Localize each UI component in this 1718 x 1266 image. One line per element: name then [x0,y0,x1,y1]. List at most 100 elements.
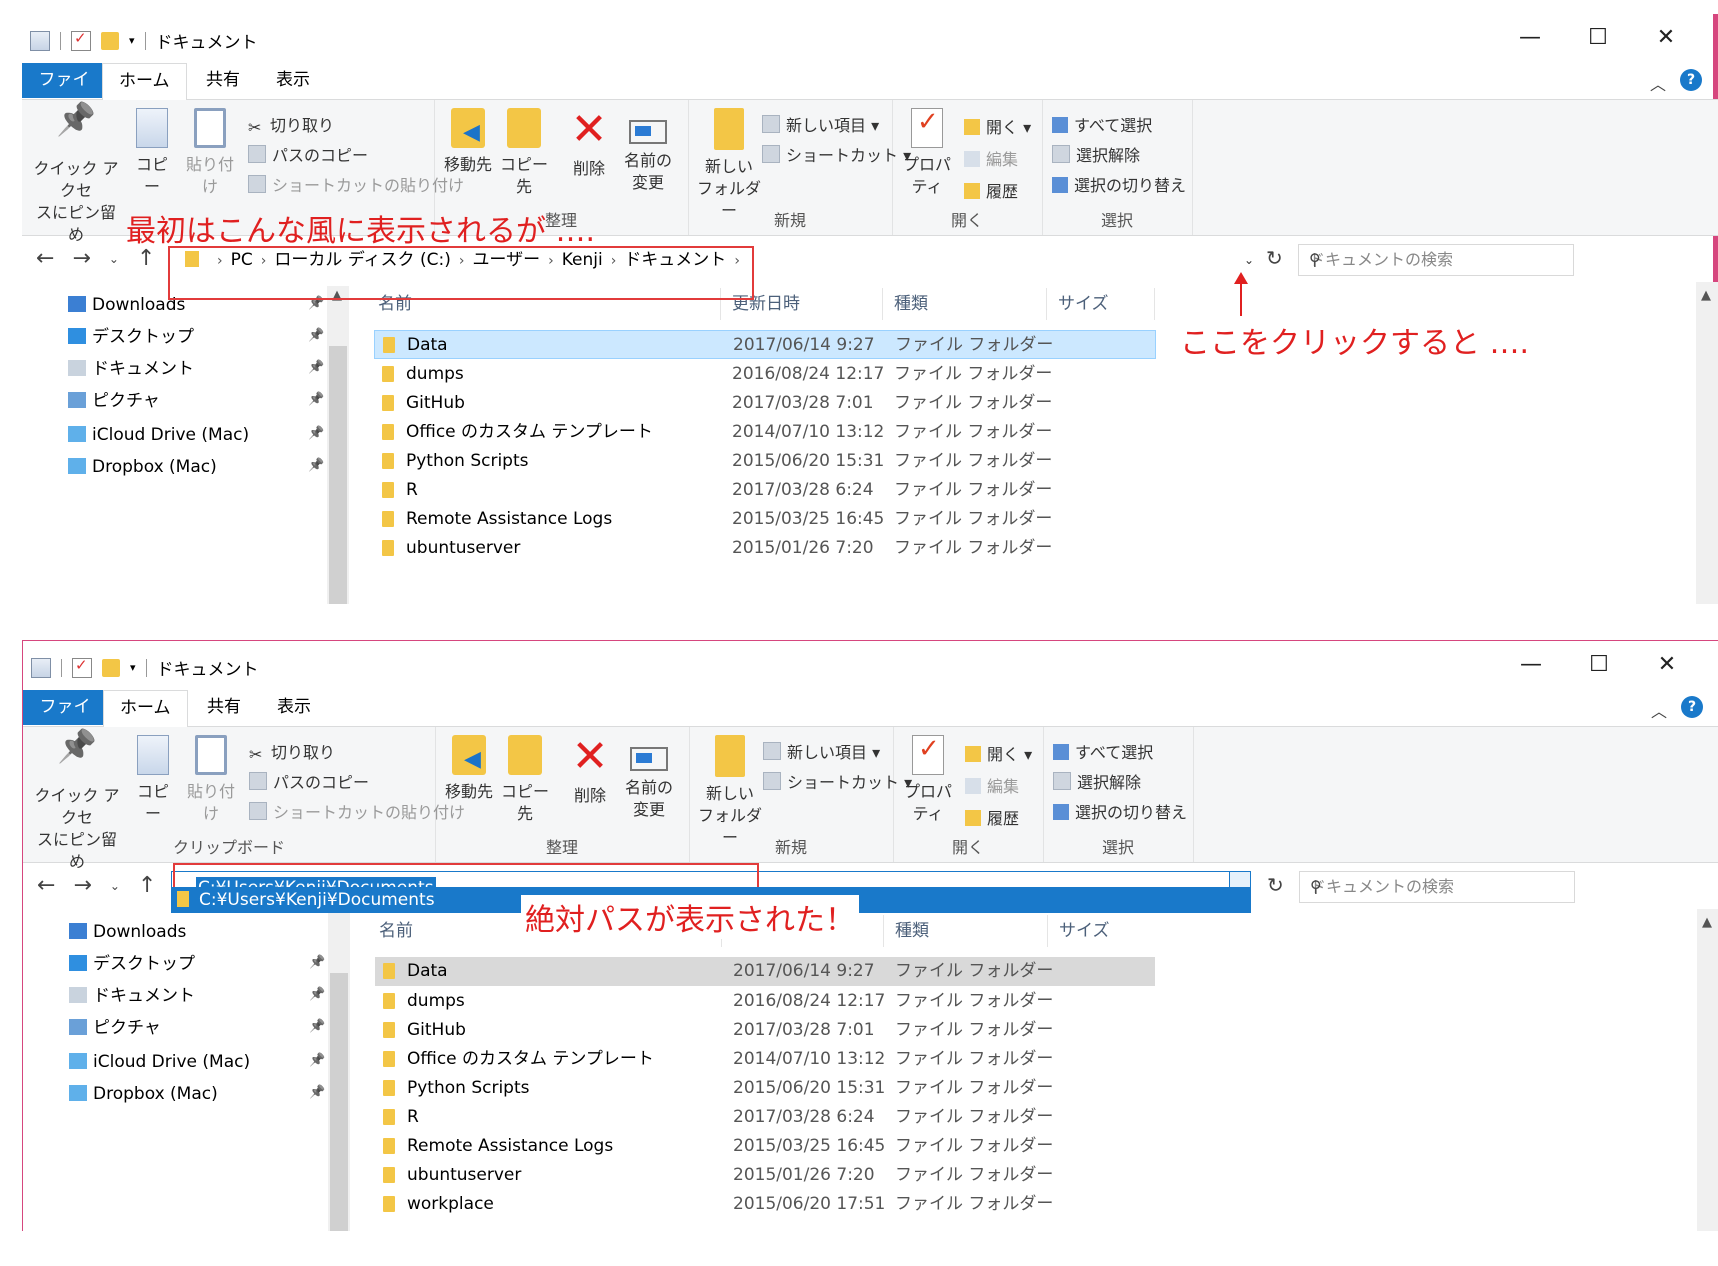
table-row[interactable]: Python Scripts 2015/06/20 15:31 ファイル フォルダー [375,1074,1155,1103]
nav-scrollbar[interactable] [328,913,350,1231]
copy-to-button[interactable]: コピー先 [498,108,550,198]
collapse-ribbon-icon[interactable]: ︿ [1651,698,1667,722]
table-row[interactable]: Data 2017/06/14 9:27 ファイル フォルダー [375,957,1155,986]
shortcut-button[interactable]: ショートカット ▾ [762,142,911,166]
invert-selection-button[interactable]: 選択の切り替え [1052,172,1186,196]
nav-item-pictures[interactable]: ピクチャ [68,386,160,416]
open-button[interactable]: 開く ▾ [965,741,1032,765]
properties-button[interactable]: プロパティ [897,735,959,825]
customize-dropdown-icon[interactable]: ▾ [129,34,135,47]
maximize-button[interactable]: ☐ [1565,651,1633,679]
table-row[interactable]: GitHub 2017/03/28 7:01 ファイル フォルダー [375,1016,1155,1045]
table-row[interactable]: Python Scripts 2015/06/20 15:31 ファイル フォルダー [374,447,1154,476]
nav-scrollbar[interactable]: ▲ [327,286,349,604]
minimize-button[interactable]: — [1497,651,1565,679]
properties-icon[interactable] [31,657,51,678]
recent-dropdown-icon[interactable]: ⌄ [110,873,120,899]
new-folder-button[interactable]: 新しい フォルダー [695,735,765,849]
copy-path-button[interactable]: パスのコピー [248,142,368,166]
new-folder-icon[interactable] [102,658,120,677]
delete-button[interactable]: 削除 [565,735,615,807]
column-header-type[interactable]: 種類 [895,909,929,949]
help-icon[interactable]: ? [1680,69,1702,91]
nav-item-documents[interactable]: ドキュメント [68,354,194,384]
tab-home[interactable]: ホーム [103,690,188,728]
scroll-up-icon[interactable]: ▲ [1702,915,1712,930]
nav-item-icloud[interactable]: iCloud Drive (Mac) [69,1047,250,1077]
new-folder-button[interactable]: 新しい フォルダー [694,108,764,222]
tab-share[interactable]: 共有 [190,63,256,98]
table-row[interactable]: Office のカスタム テンプレート 2014/07/10 13:12 ファイル … [374,418,1154,447]
move-to-button[interactable]: 移動先 [443,735,495,803]
paste-button[interactable]: 貼り付け [183,735,239,825]
minimize-button[interactable]: — [1496,24,1564,52]
table-row[interactable]: R 2017/03/28 6:24 ファイル フォルダー [375,1103,1155,1132]
cut-button[interactable]: ✂ 切り取り [248,112,334,137]
cut-button[interactable]: ✂ 切り取り [249,739,335,764]
nav-item-dropbox[interactable]: Dropbox (Mac) [69,1079,218,1109]
file-scrollbar[interactable]: ▲ [1697,909,1718,1231]
new-item-button[interactable]: 新しい項目 ▾ [762,112,879,136]
history-button[interactable]: 履歴 [964,178,1018,202]
select-all-button[interactable]: すべて選択 [1053,739,1153,763]
recent-dropdown-icon[interactable]: ⌄ [109,246,119,272]
properties-icon[interactable] [30,30,50,51]
select-none-button[interactable]: 選択解除 [1053,769,1141,793]
table-row[interactable]: Office のカスタム テンプレート 2014/07/10 13:12 ファイル … [375,1045,1155,1074]
edit-button[interactable]: 編集 [964,146,1018,170]
close-button[interactable]: ✕ [1633,651,1701,679]
table-row[interactable]: dumps 2016/08/24 12:17 ファイル フォルダー [374,360,1154,389]
table-row[interactable]: workplace 2015/06/20 17:51 ファイル フォルダー [375,1190,1155,1219]
back-button[interactable]: ← [37,873,55,899]
table-row[interactable]: R 2017/03/28 6:24 ファイル フォルダー [374,476,1154,505]
search-input[interactable]: ドキュメントの検索 ⚲ [1298,244,1574,276]
tab-share[interactable]: 共有 [191,690,257,725]
nav-item-desktop[interactable]: デスクトップ [68,322,194,352]
file-scrollbar[interactable]: ▲ [1696,282,1718,604]
nav-item-icloud[interactable]: iCloud Drive (Mac) [68,420,249,450]
open-button[interactable]: 開く ▾ [964,114,1031,138]
pin-quick-access-button[interactable]: クイック アクセ スにピン留め [30,108,122,246]
properties-button[interactable]: プロパティ [896,108,958,198]
back-button[interactable]: ← [36,246,54,272]
table-row[interactable]: ubuntuserver 2015/01/26 7:20 ファイル フォルダー [375,1161,1155,1190]
checkbox-icon[interactable] [71,29,91,51]
select-none-button[interactable]: 選択解除 [1052,142,1140,166]
select-all-button[interactable]: すべて選択 [1052,112,1152,136]
forward-button[interactable]: → [72,246,90,272]
help-icon[interactable]: ? [1681,696,1703,718]
delete-button[interactable]: 削除 [564,108,614,180]
nav-item-documents[interactable]: ドキュメント [69,981,195,1011]
edit-button[interactable]: 編集 [965,773,1019,797]
refresh-icon[interactable]: ↻ [1267,873,1284,897]
tab-home[interactable]: ホーム [102,63,187,101]
nav-item-dropbox[interactable]: Dropbox (Mac) [68,452,217,482]
collapse-ribbon-icon[interactable]: ︿ [1650,71,1666,95]
new-folder-icon[interactable] [101,31,119,50]
scroll-thumb[interactable] [330,973,348,1231]
table-row[interactable]: Remote Assistance Logs 2015/03/25 16:45 ファ… [375,1132,1155,1161]
paste-button[interactable]: 貼り付け [182,108,238,198]
table-row[interactable]: Data 2017/06/14 9:27 ファイル フォルダー [374,330,1156,359]
up-button[interactable]: ↑ [138,873,156,899]
table-row[interactable]: Remote Assistance Logs 2015/03/25 16:45 ファ… [374,505,1154,534]
tab-view[interactable]: 表示 [260,63,326,98]
nav-item-pictures[interactable]: ピクチャ [69,1013,161,1043]
table-row[interactable]: ubuntuserver 2015/01/26 7:20 ファイル フォルダー [374,534,1154,563]
copy-button[interactable]: コピー [131,735,175,825]
copy-path-button[interactable]: パスのコピー [249,769,369,793]
refresh-icon[interactable]: ↻ [1266,246,1283,270]
forward-button[interactable]: → [73,873,91,899]
column-header-name[interactable]: 名前 [379,909,413,949]
nav-item-desktop[interactable]: デスクトップ [69,949,195,979]
move-to-button[interactable]: 移動先 [442,108,494,176]
copy-to-button[interactable]: コピー先 [499,735,551,825]
paste-shortcut-button[interactable]: ショートカットの貼り付け [249,799,465,823]
table-row[interactable]: GitHub 2017/03/28 7:01 ファイル フォルダー [374,389,1154,418]
copy-button[interactable]: コピー [130,108,174,198]
nav-item-downloads[interactable]: Downloads [69,917,186,947]
rename-button[interactable]: 名前の 変更 [620,108,676,194]
new-item-button[interactable]: 新しい項目 ▾ [763,739,880,763]
column-header-size[interactable]: サイズ [1058,282,1109,322]
scroll-thumb[interactable] [329,346,347,604]
